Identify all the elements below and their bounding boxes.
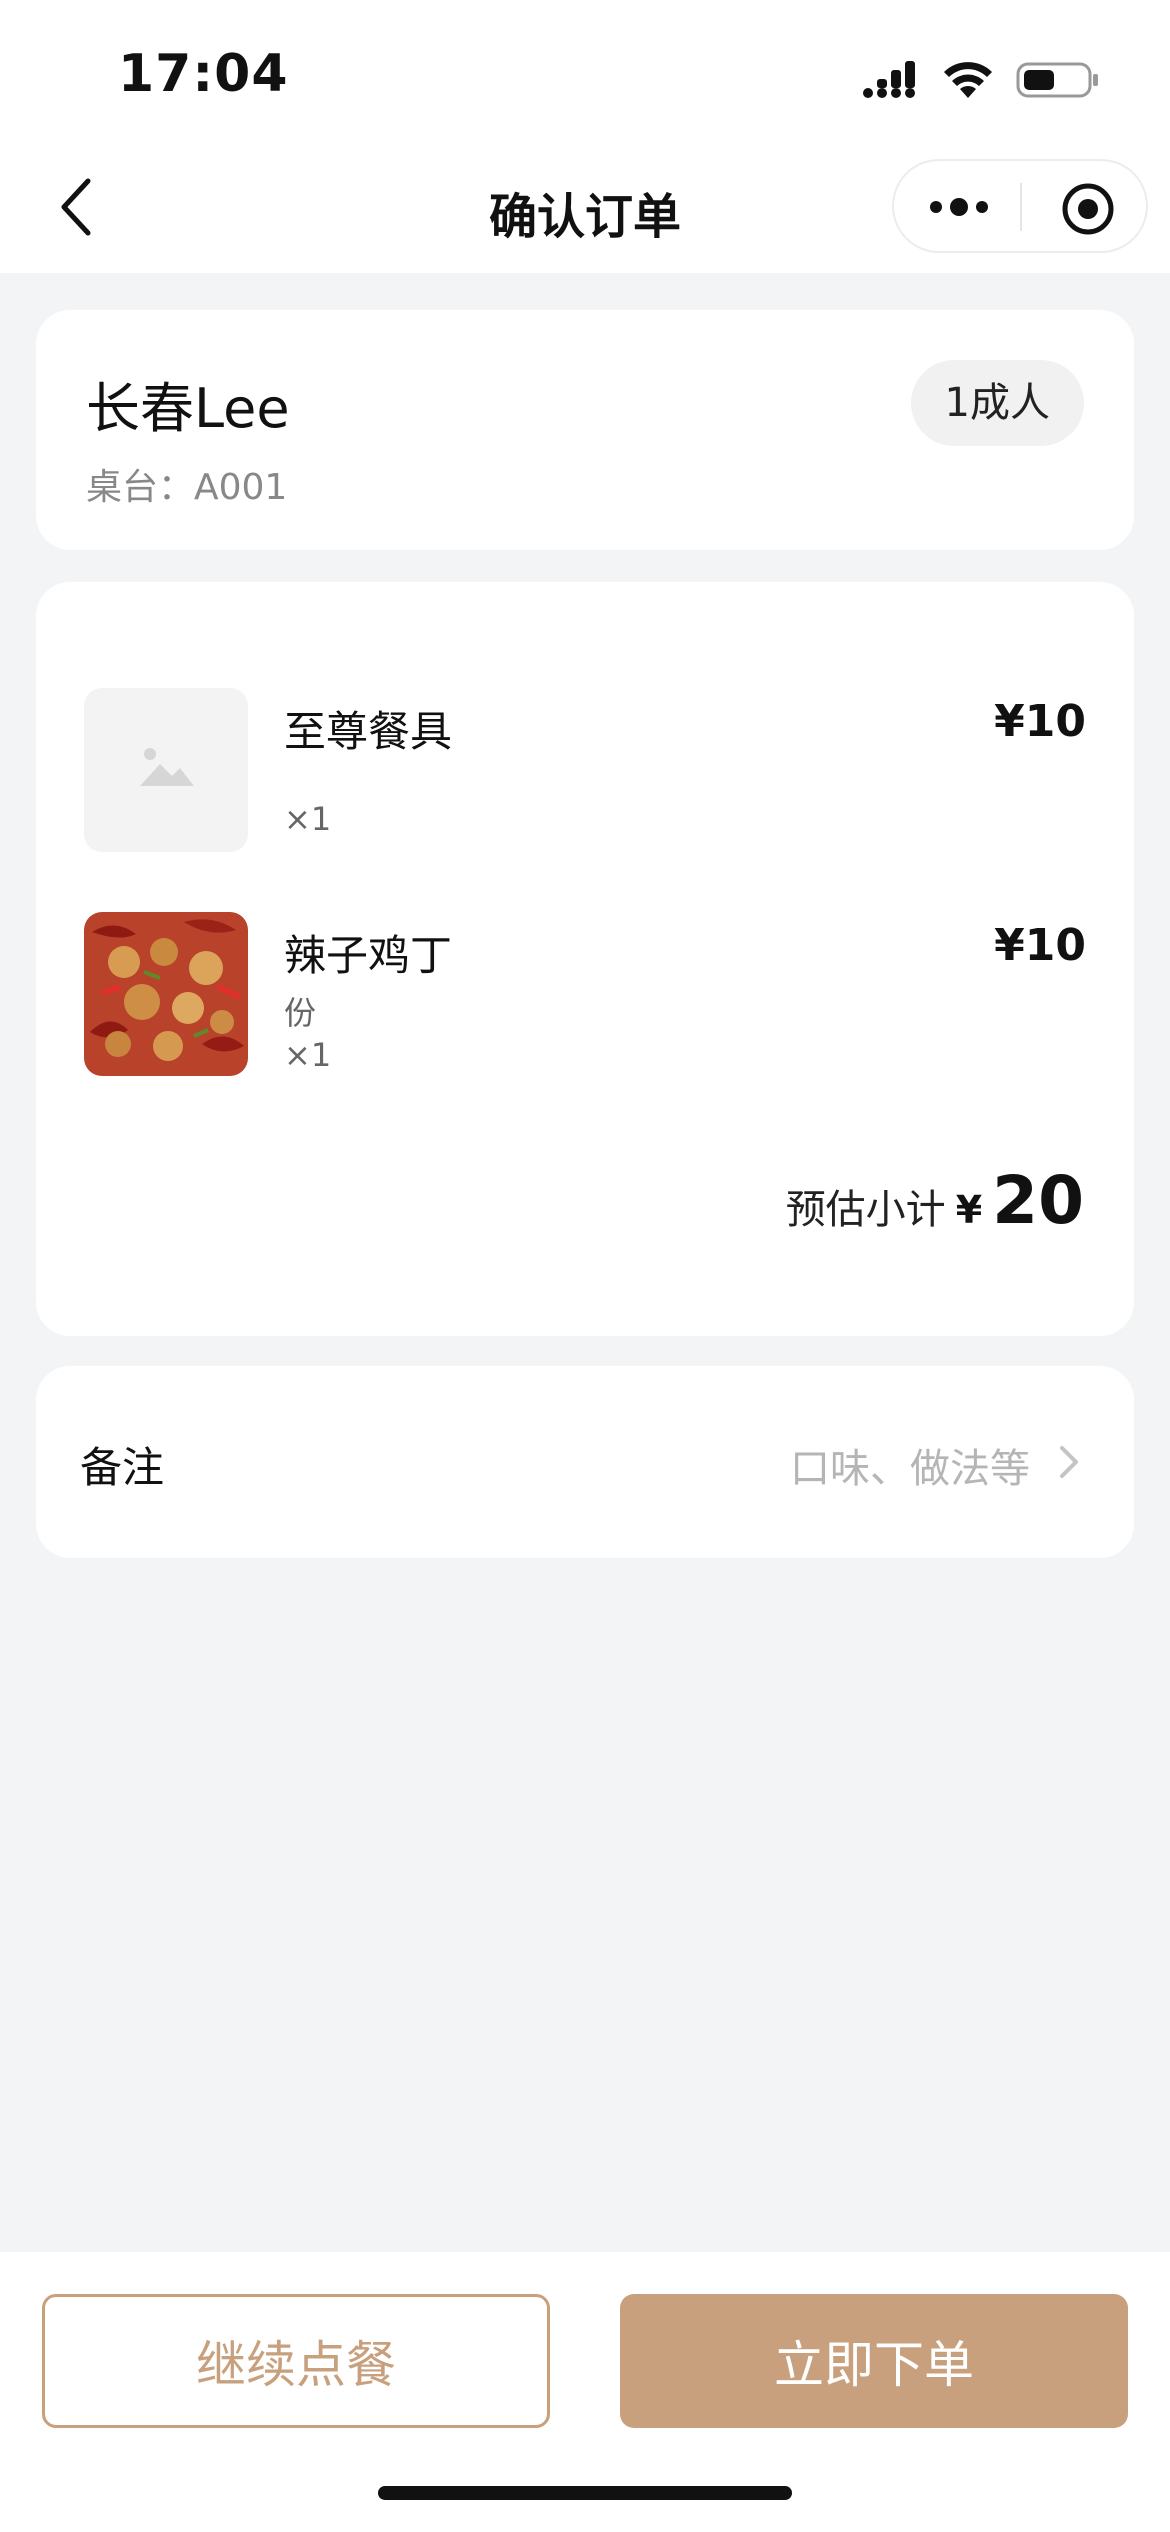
status-time: 17:04 bbox=[118, 44, 289, 104]
item-quantity: ×1 bbox=[284, 800, 332, 838]
cellular-signal-icon bbox=[863, 61, 915, 98]
item-quantity: ×1 bbox=[284, 1036, 332, 1074]
subtotal-value: 20 bbox=[992, 1162, 1084, 1239]
mini-program-capsule bbox=[892, 159, 1148, 253]
target-icon[interactable] bbox=[1060, 181, 1116, 237]
item-spec: 份 bbox=[284, 994, 317, 1032]
continue-ordering-button[interactable]: 继续点餐 bbox=[42, 2294, 550, 2428]
bottom-action-bar: 继续点餐 立即下单 bbox=[0, 2252, 1170, 2532]
item-price: ¥10 bbox=[994, 920, 1086, 971]
status-bar: 17:04 bbox=[0, 0, 1170, 145]
more-dots-icon[interactable] bbox=[924, 185, 994, 229]
subtotal: 预估小计 ¥ 20 bbox=[786, 1162, 1084, 1239]
remark-label: 备注 bbox=[80, 1443, 165, 1492]
table-number: 桌台：A001 bbox=[86, 467, 288, 508]
capsule-divider bbox=[1020, 183, 1022, 231]
home-indicator bbox=[378, 2486, 792, 2500]
item-thumbnail bbox=[84, 912, 248, 1076]
people-count-badge[interactable]: 1成人 bbox=[910, 360, 1084, 446]
user-card: 长春Lee 桌台：A001 1成人 bbox=[36, 310, 1134, 550]
wifi-icon bbox=[944, 62, 992, 98]
subtotal-currency: ¥ bbox=[955, 1188, 983, 1232]
subtotal-label: 预估小计 bbox=[785, 1187, 946, 1233]
nav-bar: 确认订单 bbox=[0, 145, 1170, 273]
image-placeholder-icon bbox=[140, 748, 194, 786]
order-items-card: 至尊餐具 ×1 ¥10 辣子鸡丁 份 ×1 ¥10 预估小计 ¥ 20 bbox=[36, 582, 1134, 1336]
list-item: 辣子鸡丁 份 ×1 ¥10 bbox=[84, 912, 1086, 1076]
battery-icon bbox=[1016, 62, 1098, 98]
place-order-button[interactable]: 立即下单 bbox=[620, 2294, 1128, 2428]
user-name: 长春Lee bbox=[86, 377, 290, 440]
item-name: 辣子鸡丁 bbox=[284, 931, 453, 980]
list-item: 至尊餐具 ×1 ¥10 bbox=[84, 688, 1086, 852]
remark-hint: 口味、做法等 bbox=[790, 1446, 1030, 1492]
remark-row[interactable]: 备注 口味、做法等 bbox=[36, 1366, 1134, 1558]
chevron-right-icon bbox=[1060, 1446, 1078, 1478]
item-thumbnail bbox=[84, 688, 248, 852]
dish-photo bbox=[84, 912, 248, 1076]
status-icons bbox=[862, 50, 1100, 110]
item-name: 至尊餐具 bbox=[284, 707, 453, 756]
item-price: ¥10 bbox=[994, 696, 1086, 747]
